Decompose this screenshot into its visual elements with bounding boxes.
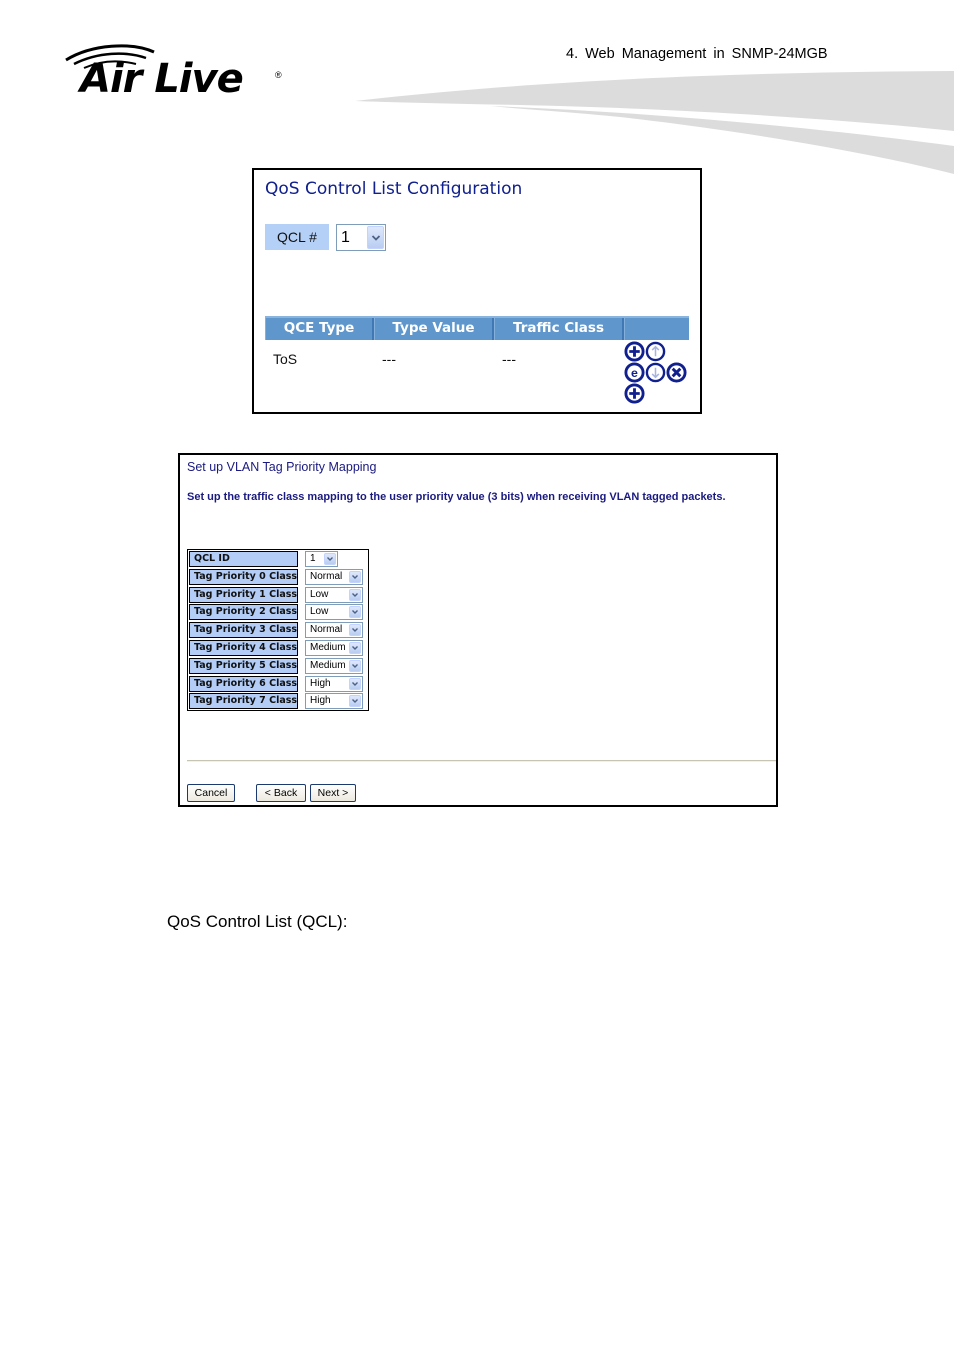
vlan-priority-mapping-screenshot: Set up VLAN Tag Priority Mapping Set up … [178,453,778,807]
tag-priority-4-select[interactable]: Medium [305,640,363,656]
qcl-id-select[interactable]: 1 [305,551,338,567]
qcl-number-label: QCL # [265,224,329,250]
add-icon[interactable] [624,383,645,404]
tag-priority-row: Tag Priority 3 Class Normal [188,621,368,639]
header-qce-type: QCE Type [265,318,374,340]
tag-priority-label: Tag Priority 2 Class [189,604,298,621]
tag-priority-row: Tag Priority 2 Class Low [188,603,368,621]
qcl-number-value: 1 [341,229,350,246]
qcl-id-label: QCL ID [189,551,298,567]
tag-priority-label: Tag Priority 0 Class [189,568,298,585]
qcl-id-value: 1 [310,553,316,564]
section-heading: QoS Control List (QCL): [167,912,348,931]
delete-icon[interactable] [666,362,687,383]
tag-priority-7-select[interactable]: High [305,693,363,710]
tag-priority-value: Low [310,606,329,618]
tag-priority-5-select[interactable]: Medium [305,657,363,674]
chevron-down-icon[interactable] [349,606,361,619]
logo-wordmark: Air Live [80,56,244,102]
priority-mapping-table: QCL ID 1 Tag Priority 0 Class Normal Tag… [187,549,369,711]
next-button[interactable]: Next > [310,784,356,802]
chevron-down-icon[interactable] [349,677,361,690]
tag-priority-value: Low [310,588,329,600]
traffic-class-cell: --- [502,351,516,367]
tag-priority-row: Tag Priority 0 Class Normal [188,568,368,586]
tag-priority-1-select[interactable]: Low [305,586,363,603]
qcl-config-screenshot: QoS Control List Configuration QCL # 1 Q… [252,168,702,414]
header-traffic-class: Traffic Class [494,318,624,340]
tag-priority-label: Tag Priority 6 Class [189,675,298,692]
qce-action-icons: e [624,340,690,406]
tag-priority-label: Tag Priority 5 Class [189,657,298,674]
cancel-button[interactable]: Cancel [187,784,235,802]
move-down-icon[interactable] [645,362,666,383]
chapter-title: 4. Web Management in SNMP-24MGB [566,46,828,62]
tag-priority-label: Tag Priority 4 Class [189,640,298,656]
tag-priority-0-select[interactable]: Normal [305,568,363,585]
edit-icon[interactable]: e [624,362,645,383]
vlan-mapping-description: Set up the traffic class mapping to the … [187,491,726,503]
tag-priority-value: High [310,695,331,707]
qcl-number-select[interactable]: 1 [336,224,386,251]
chevron-down-icon[interactable] [349,695,361,708]
tag-priority-label: Tag Priority 3 Class [189,622,298,639]
tag-priority-label: Tag Priority 1 Class [189,586,298,603]
tag-priority-value: Normal [310,570,343,582]
chevron-down-icon[interactable] [349,588,361,601]
type-value-cell: --- [382,351,396,367]
chevron-down-icon[interactable] [349,624,361,637]
tag-priority-2-select[interactable]: Low [305,604,363,621]
svg-text:e: e [631,366,638,380]
qcl-id-row: QCL ID 1 [188,550,368,568]
chevron-down-icon[interactable] [349,642,361,654]
tag-priority-row: Tag Priority 1 Class Low [188,586,368,604]
tag-priority-value: Medium [310,642,346,653]
header-type-value: Type Value [374,318,494,340]
tag-priority-row: Tag Priority 6 Class High [188,675,368,693]
chevron-down-icon[interactable] [367,226,384,249]
back-button[interactable]: < Back [256,784,306,802]
chevron-down-icon[interactable] [349,659,361,672]
qce-type-cell: ToS [273,351,298,367]
qce-table-header: QCE Type Type Value Traffic Class [265,316,689,340]
qcl-config-title: QoS Control List Configuration [265,179,523,199]
tag-priority-row: Tag Priority 5 Class Medium [188,657,368,675]
chevron-down-icon[interactable] [324,553,336,565]
move-up-icon[interactable] [645,341,666,362]
tag-priority-label: Tag Priority 7 Class [189,693,298,710]
divider [187,760,776,762]
tag-priority-row: Tag Priority 7 Class High [188,692,368,710]
chevron-down-icon[interactable] [349,570,361,583]
registered-mark: ® [275,70,282,80]
vlan-mapping-title: Set up VLAN Tag Priority Mapping [187,460,377,474]
tag-priority-value: High [310,677,331,689]
header-actions [624,318,689,340]
tag-priority-3-select[interactable]: Normal [305,622,363,639]
tag-priority-value: Medium [310,659,346,671]
tag-priority-6-select[interactable]: High [305,675,363,692]
tag-priority-row: Tag Priority 4 Class Medium [188,639,368,657]
tag-priority-value: Normal [310,624,343,636]
insert-icon[interactable] [624,341,645,362]
airlive-logo: Air Live ® [62,42,284,104]
